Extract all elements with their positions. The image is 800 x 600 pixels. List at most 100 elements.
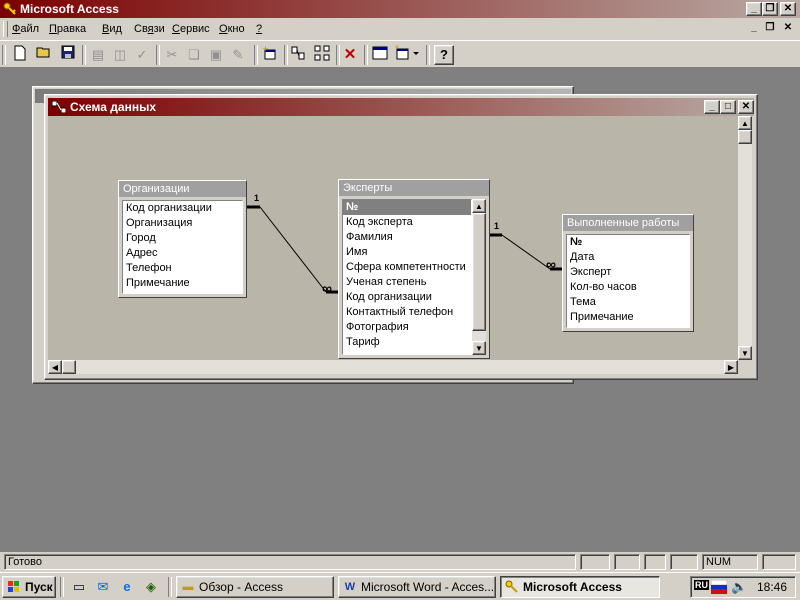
access-key-icon — [505, 580, 519, 594]
save-icon[interactable] — [58, 45, 78, 65]
table-experts[interactable]: Эксперты № Код эксперта Фамилия Имя Сфер… — [338, 179, 490, 359]
menu-window[interactable]: Окно — [219, 23, 245, 35]
field-item[interactable]: Фотография — [343, 320, 471, 335]
open-icon[interactable] — [34, 45, 54, 65]
field-item[interactable]: № — [567, 235, 689, 250]
doc-close-button[interactable]: ✕ — [780, 22, 796, 36]
close-button[interactable]: ✕ — [780, 2, 796, 16]
scroll-down-button[interactable]: ▼ — [472, 341, 486, 355]
taskbar: Пуск ▭ ✉ e ◈ ▬ Обзор - Access W Microsof… — [0, 572, 800, 600]
desktop-icon[interactable]: ▭ — [70, 578, 88, 596]
scroll-thumb[interactable] — [738, 130, 752, 144]
field-item[interactable]: Тариф — [343, 335, 471, 350]
delete-icon[interactable]: ✕ — [340, 45, 360, 65]
svg-text:+: + — [262, 45, 269, 53]
menu-file[interactable]: Файл — [12, 23, 39, 35]
field-list[interactable]: № Код эксперта Фамилия Имя Сфера компете… — [342, 199, 472, 355]
relationships-title-bar[interactable]: Схема данных _ □ ✕ — [48, 98, 754, 116]
outlook-express-icon[interactable]: ✉ — [94, 578, 112, 596]
scroll-thumb[interactable] — [472, 213, 486, 331]
scroll-left-button[interactable]: ◀ — [48, 360, 62, 374]
relationships-canvas[interactable]: 1 ∞ 1 ∞ Организации Код организации Орга… — [48, 116, 738, 360]
database-window-icon[interactable] — [370, 45, 390, 65]
language-indicator[interactable]: RU — [694, 580, 709, 590]
field-item[interactable]: Организация — [123, 216, 242, 231]
new-object-icon[interactable]: * — [394, 44, 422, 65]
num-lock-indicator: NUM — [702, 554, 758, 570]
status-bar: Готово NUM — [0, 552, 800, 572]
field-item[interactable]: Сфера компетентности — [343, 260, 471, 275]
table-title[interactable]: Выполненные работы — [563, 215, 693, 231]
relationships-horizontal-scrollbar[interactable]: ◀ ▶ — [48, 360, 738, 374]
folder-icon: ▬ — [182, 581, 194, 593]
field-item[interactable]: Код организации — [123, 201, 242, 216]
scroll-up-button[interactable]: ▲ — [738, 116, 752, 130]
svg-text:*: * — [395, 45, 399, 53]
copy-icon[interactable]: ❏ — [184, 45, 204, 65]
field-item[interactable]: Контактный телефон — [343, 305, 471, 320]
russian-flag-icon[interactable] — [711, 580, 727, 594]
field-item[interactable]: Телефон — [123, 261, 242, 276]
clock[interactable]: 18:46 — [757, 580, 787, 594]
menu-relationships[interactable]: Связи — [134, 23, 165, 35]
show-all-icon[interactable] — [312, 45, 332, 65]
minimize-button[interactable]: _ — [746, 2, 762, 16]
menu-edit[interactable]: Правка — [49, 23, 86, 35]
field-list[interactable]: № Дата Эксперт Кол-во часов Тема Примеча… — [566, 234, 690, 328]
field-list[interactable]: Код организации Организация Город Адрес … — [122, 200, 243, 294]
start-button[interactable]: Пуск — [2, 576, 56, 598]
scroll-up-button[interactable]: ▲ — [472, 199, 486, 213]
paste-icon[interactable]: ▣ — [206, 45, 226, 65]
relationships-vertical-scrollbar[interactable]: ▲ ▼ — [738, 116, 752, 360]
scroll-thumb[interactable] — [62, 360, 76, 374]
menu-view[interactable]: Вид — [102, 23, 122, 35]
spelling-icon[interactable]: ✓ — [132, 45, 152, 65]
field-item[interactable]: Город — [123, 231, 242, 246]
field-item[interactable]: Примечание — [567, 310, 689, 325]
rel-minimize-button[interactable]: _ — [704, 100, 720, 114]
help-icon[interactable]: ? — [434, 45, 454, 65]
field-item[interactable]: № — [343, 200, 471, 215]
menu-grip[interactable] — [3, 21, 8, 37]
menu-tools[interactable]: Сервис — [172, 23, 210, 35]
restore-button[interactable]: ❐ — [762, 2, 778, 16]
taskbar-button-access[interactable]: Microsoft Access — [500, 576, 660, 598]
field-item[interactable]: Ученая степень — [343, 275, 471, 290]
format-painter-icon[interactable]: ✎ — [228, 45, 248, 65]
app-title-bar[interactable]: Microsoft Access _ ❐ ✕ — [0, 0, 800, 18]
doc-minimize-button[interactable]: _ — [746, 22, 762, 36]
field-item[interactable]: Кол-во часов — [567, 280, 689, 295]
field-item[interactable]: Эксперт — [567, 265, 689, 280]
field-item[interactable]: Код эксперта — [343, 215, 471, 230]
table-title[interactable]: Организации — [119, 181, 246, 197]
field-item[interactable]: Имя — [343, 245, 471, 260]
field-item[interactable]: Код организации — [343, 290, 471, 305]
taskbar-button-explorer[interactable]: ▬ Обзор - Access — [176, 576, 334, 598]
scroll-down-button[interactable]: ▼ — [738, 346, 752, 360]
table-title[interactable]: Эксперты — [339, 180, 489, 196]
field-item[interactable]: Примечание — [123, 276, 242, 291]
scroll-right-button[interactable]: ▶ — [724, 360, 738, 374]
table-organizations[interactable]: Организации Код организации Организация … — [118, 180, 247, 298]
show-table-icon[interactable]: + — [260, 44, 280, 65]
field-item[interactable]: Адрес — [123, 246, 242, 261]
field-item[interactable]: Фамилия — [343, 230, 471, 245]
internet-explorer-icon[interactable]: e — [118, 578, 136, 596]
print-preview-icon[interactable]: ◫ — [110, 45, 130, 65]
cut-icon[interactable]: ✂ — [162, 45, 182, 65]
new-icon[interactable] — [10, 45, 30, 65]
channels-icon[interactable]: ◈ — [142, 578, 160, 596]
doc-restore-button[interactable]: ❐ — [762, 22, 778, 36]
rel-maximize-button[interactable]: □ — [720, 100, 736, 114]
field-item[interactable]: Тема — [567, 295, 689, 310]
print-icon[interactable]: ▤ — [88, 45, 108, 65]
show-direct-icon[interactable] — [288, 45, 308, 65]
menu-help[interactable]: ? — [256, 23, 262, 35]
field-list-scrollbar[interactable]: ▲ ▼ — [472, 199, 486, 355]
size-grip[interactable] — [738, 360, 752, 374]
rel-close-button[interactable]: ✕ — [738, 100, 754, 114]
table-completed-works[interactable]: Выполненные работы № Дата Эксперт Кол-во… — [562, 214, 694, 332]
volume-icon[interactable]: 🔈 — [731, 579, 747, 595]
taskbar-button-word[interactable]: W Microsoft Word - Acces... — [338, 576, 496, 598]
field-item[interactable]: Дата — [567, 250, 689, 265]
